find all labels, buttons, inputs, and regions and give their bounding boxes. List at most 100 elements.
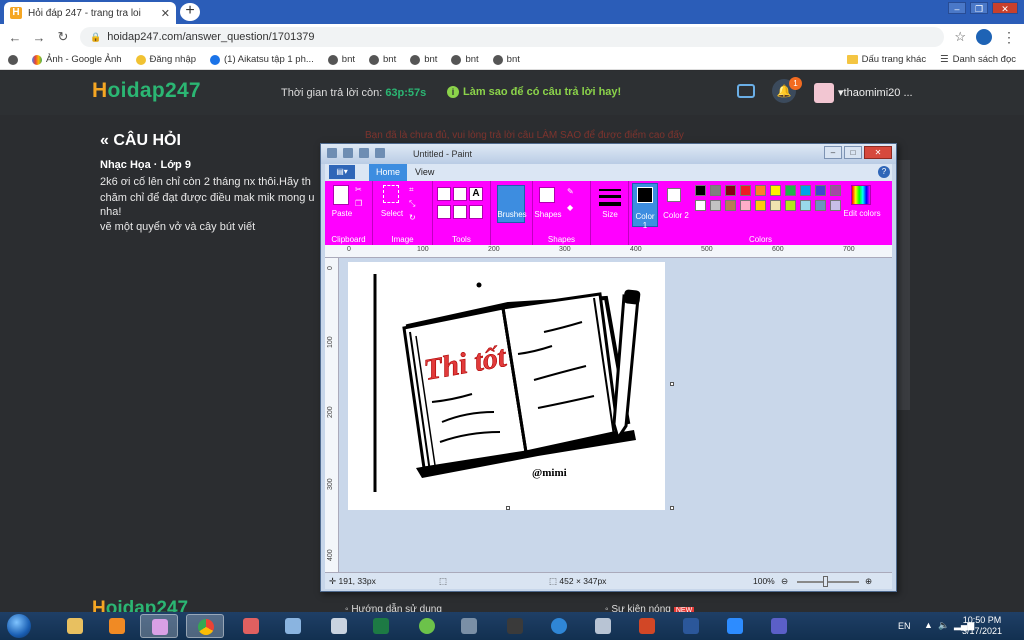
bookmark-item[interactable]: Ảnh - Google Ảnh: [32, 54, 122, 65]
zoom-out-button[interactable]: ⊖: [781, 576, 788, 587]
color-picker-icon[interactable]: [453, 205, 467, 219]
paint-app-icon[interactable]: [327, 148, 337, 158]
volume-icon[interactable]: 🔈: [938, 620, 949, 631]
apps-icon[interactable]: [8, 54, 18, 65]
teams-taskbar-button[interactable]: [760, 614, 798, 638]
color-swatch[interactable]: [710, 200, 721, 211]
resize-handle[interactable]: [670, 382, 674, 386]
color-swatch[interactable]: [800, 200, 811, 211]
tab-home[interactable]: Home: [369, 164, 407, 181]
tab-view[interactable]: View: [415, 167, 434, 177]
zoom-in-button[interactable]: ⊕: [865, 576, 872, 587]
copy-icon[interactable]: ❐: [355, 199, 362, 208]
edit-colors-button[interactable]: Edit colors: [843, 209, 881, 218]
shapes-button[interactable]: Shapes: [533, 210, 563, 219]
pencil-icon[interactable]: [437, 187, 451, 201]
color-swatch[interactable]: [785, 185, 796, 196]
zoom-taskbar-button[interactable]: [716, 614, 754, 638]
app-taskbar-button[interactable]: [232, 614, 270, 638]
bookmark-star-icon[interactable]: ☆: [954, 29, 966, 45]
fill-icon[interactable]: [453, 187, 467, 201]
color1-button[interactable]: Color 1: [632, 183, 658, 230]
app-taskbar-button[interactable]: [320, 614, 358, 638]
zoom-slider[interactable]: [797, 581, 859, 583]
zoom-slider-thumb[interactable]: [823, 576, 828, 587]
explorer-taskbar-button[interactable]: [56, 614, 94, 638]
ie-taskbar-button[interactable]: [540, 614, 578, 638]
powerpoint-taskbar-button[interactable]: [628, 614, 666, 638]
bookmark-item[interactable]: bnt: [492, 54, 520, 65]
app-taskbar-button[interactable]: [496, 614, 534, 638]
color-swatch[interactable]: [725, 200, 736, 211]
reading-list[interactable]: ☰ Danh sách đọc: [940, 54, 1016, 65]
color-swatch[interactable]: [815, 200, 826, 211]
close-tab-icon[interactable]: ✕: [161, 7, 170, 20]
bookmark-item[interactable]: bnt: [327, 54, 355, 65]
brushes-button[interactable]: Brushes: [493, 210, 531, 219]
color-swatch[interactable]: [830, 200, 841, 211]
bookmark-item[interactable]: bnt: [410, 54, 437, 65]
start-button[interactable]: [4, 612, 34, 640]
resize-icon[interactable]: ⤡: [409, 199, 415, 209]
select-button[interactable]: Select: [375, 209, 409, 218]
app-taskbar-button[interactable]: [274, 614, 312, 638]
site-logo[interactable]: Hoidap247: [92, 79, 201, 103]
help-icon[interactable]: ?: [878, 166, 890, 178]
tray-arrow-icon[interactable]: ▲: [924, 620, 933, 630]
clock[interactable]: 10:50 PM 3/17/2021: [956, 615, 1008, 637]
paint-minimize-button[interactable]: –: [824, 146, 842, 159]
chrome-taskbar-button[interactable]: [186, 614, 224, 638]
save-icon[interactable]: [343, 148, 353, 158]
resize-handle[interactable]: [506, 506, 510, 510]
color-swatch[interactable]: [695, 185, 706, 196]
username-menu[interactable]: ▾thaomimi20 ...: [838, 86, 913, 99]
color-swatch[interactable]: [710, 185, 721, 196]
language-indicator[interactable]: EN: [898, 621, 911, 631]
minimize-button[interactable]: –: [948, 2, 966, 14]
profile-icon[interactable]: [976, 29, 992, 45]
cut-icon[interactable]: ✂: [355, 185, 362, 194]
browser-tab[interactable]: H Hỏi đáp 247 - trang tra loi ✕: [4, 2, 176, 24]
eraser-icon[interactable]: [437, 205, 451, 219]
media-player-taskbar-button[interactable]: [98, 614, 136, 638]
maximize-button[interactable]: ❐: [970, 2, 988, 14]
color-swatch[interactable]: [770, 185, 781, 196]
color-swatch[interactable]: [800, 185, 811, 196]
crop-icon[interactable]: ⌗: [409, 185, 414, 195]
size-button[interactable]: Size: [593, 210, 627, 219]
paint-close-button[interactable]: ✕: [864, 146, 892, 159]
menu-icon[interactable]: ⋮: [1002, 29, 1016, 46]
back-icon[interactable]: ←: [8, 30, 22, 45]
paint-maximize-button[interactable]: □: [844, 146, 862, 159]
bookmark-item[interactable]: (1) Aikatsu tập 1 ph...: [210, 54, 314, 65]
forward-icon[interactable]: →: [32, 30, 46, 45]
chat-icon[interactable]: [737, 84, 755, 98]
word-taskbar-button[interactable]: [672, 614, 710, 638]
text-icon[interactable]: A: [469, 187, 483, 201]
reload-icon[interactable]: ↻: [56, 29, 70, 45]
omnibox[interactable]: 🔒 hoidap247.com/answer_question/1701379: [80, 27, 945, 47]
color-swatch[interactable]: [740, 185, 751, 196]
color-swatch[interactable]: [770, 200, 781, 211]
resize-handle[interactable]: [670, 506, 674, 510]
app-taskbar-button[interactable]: [450, 614, 488, 638]
avatar[interactable]: [814, 83, 834, 103]
color-swatch[interactable]: [785, 200, 796, 211]
color-swatch[interactable]: [830, 185, 841, 196]
rotate-icon[interactable]: ↻: [409, 213, 416, 222]
paint-menu-button[interactable]: ▤▾: [329, 165, 355, 179]
app-taskbar-button[interactable]: [584, 614, 622, 638]
color2-button[interactable]: Color 2: [663, 183, 689, 227]
drawing-canvas[interactable]: Thi tốt @mimi: [348, 262, 674, 510]
bookmark-item[interactable]: bnt: [369, 54, 396, 65]
close-window-button[interactable]: ✕: [992, 2, 1018, 14]
color-swatch[interactable]: [740, 200, 751, 211]
color-swatch[interactable]: [755, 200, 766, 211]
undo-icon[interactable]: [359, 148, 369, 158]
color-swatch[interactable]: [725, 185, 736, 196]
color-swatch[interactable]: [695, 200, 706, 211]
redo-icon[interactable]: [375, 148, 385, 158]
answer-tip-link[interactable]: i Làm sao để có câu trả lời hay!: [447, 86, 621, 98]
fill-shape-icon[interactable]: ◆: [567, 203, 573, 212]
new-tab-button[interactable]: +: [180, 3, 200, 21]
